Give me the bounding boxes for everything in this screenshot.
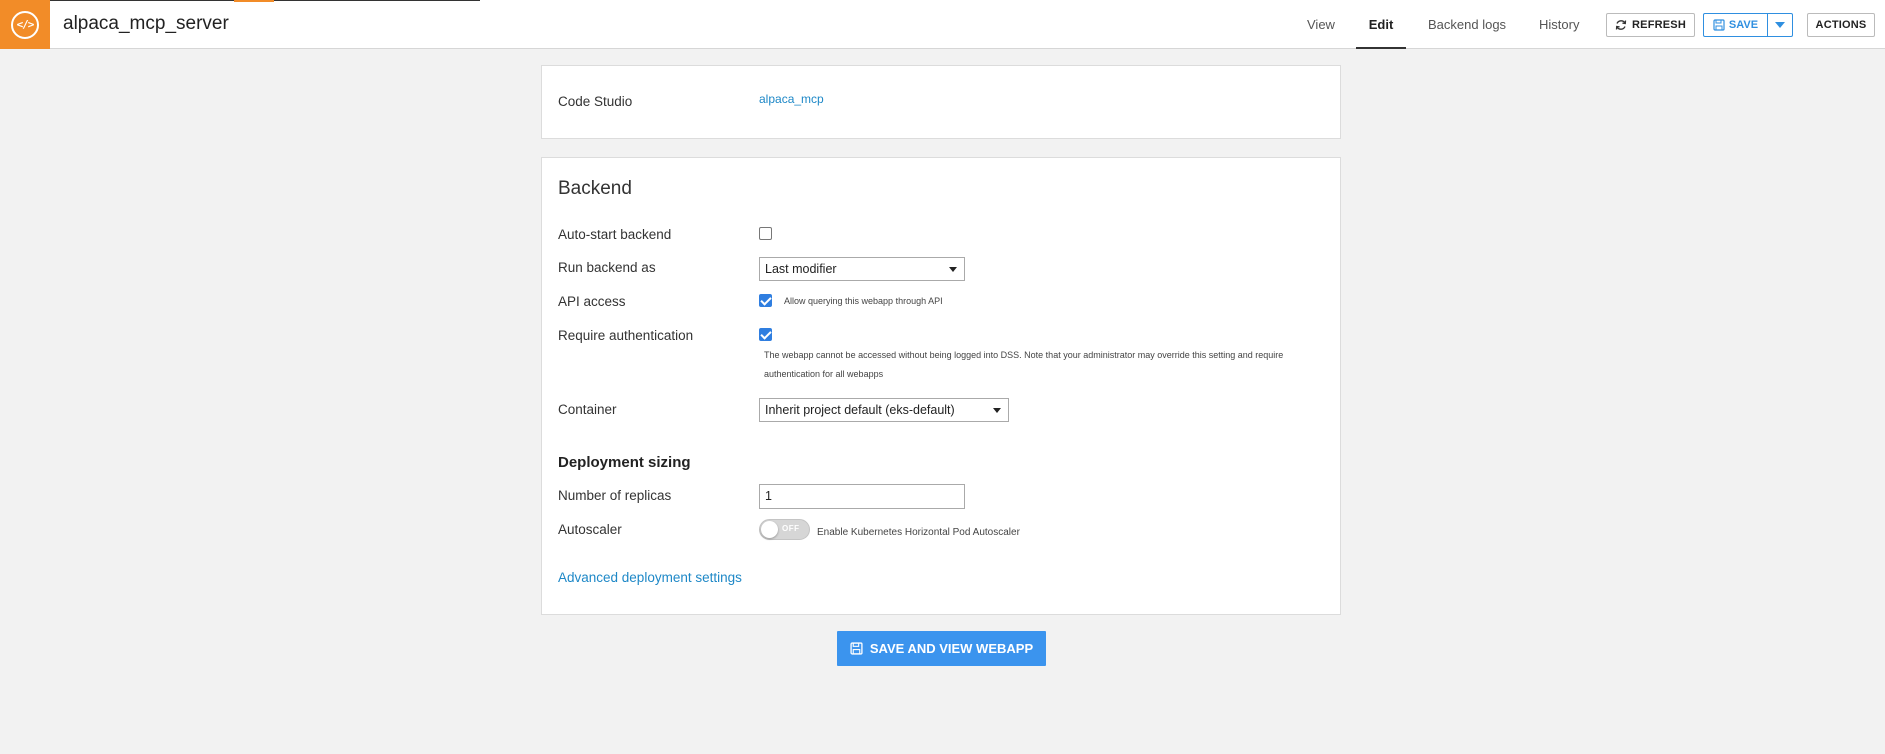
require-auth-note-line1: The webapp cannot be accessed without be… [764,350,1284,360]
auto-start-label: Auto-start backend [558,227,672,242]
caret-down-icon [1775,22,1785,28]
page-title: alpaca_mcp_server [63,13,229,34]
actions-button[interactable]: ACTIONS [1807,13,1875,37]
tab-view[interactable]: View [1307,0,1335,49]
dropdown-arrow-icon [949,267,957,272]
refresh-label: REFRESH [1632,19,1686,31]
run-as-value: Last modifier [765,262,837,276]
top-stripe-accent [234,0,274,2]
save-button[interactable]: SAVE [1704,14,1768,36]
autoscaler-note: Enable Kubernetes Horizontal Pod Autosca… [817,527,1020,538]
container-label: Container [558,402,617,417]
save-and-view-label: SAVE AND VIEW WEBAPP [869,641,1034,656]
code-studio-card: Code Studio alpaca_mcp [541,65,1341,139]
autoscaler-toggle[interactable]: OFF [759,519,810,540]
tab-backend-logs[interactable]: Backend logs [1428,0,1506,49]
refresh-icon [1615,20,1627,30]
code-studio-logo[interactable]: </> [0,0,50,49]
api-access-note: Allow querying this webapp through API [784,296,943,306]
save-label: SAVE [1728,19,1759,31]
run-as-label: Run backend as [558,260,656,275]
save-dropdown-button[interactable] [1768,14,1792,36]
advanced-deployment-link[interactable]: Advanced deployment settings [558,570,742,585]
api-access-checkbox[interactable] [759,294,772,307]
replicas-label: Number of replicas [558,488,672,503]
auto-start-checkbox[interactable] [759,227,772,240]
require-auth-label: Require authentication [558,328,694,343]
toggle-state: OFF [782,524,800,533]
floppy-icon [1713,19,1725,31]
backend-card: Backend Auto-start backend Run backend a… [541,157,1341,615]
actions-label: ACTIONS [1815,19,1867,31]
api-access-label: API access [558,294,626,309]
container-value: Inherit project default (eks-default) [765,403,955,417]
run-as-select[interactable]: Last modifier [759,257,965,281]
refresh-button[interactable]: REFRESH [1606,13,1695,37]
backend-title: Backend [558,178,632,199]
code-studio-link[interactable]: alpaca_mcp [759,92,824,106]
floppy-icon [850,642,863,655]
toggle-knob [761,521,778,538]
save-and-view-webapp-button[interactable]: SAVE AND VIEW WEBAPP [837,631,1046,666]
save-button-group: SAVE [1703,13,1793,37]
container-select[interactable]: Inherit project default (eks-default) [759,398,1009,422]
tab-edit[interactable]: Edit [1356,0,1406,49]
replicas-input[interactable]: 1 [759,484,965,509]
dropdown-arrow-icon [993,408,1001,413]
top-bar: </> alpaca_mcp_server View Edit Backend … [0,0,1885,49]
require-auth-note-line2: authentication for all webapps [764,369,884,379]
autoscaler-label: Autoscaler [558,522,622,537]
tab-history[interactable]: History [1539,0,1579,49]
deployment-sizing-title: Deployment sizing [558,454,691,471]
code-studio-icon: </> [11,10,39,39]
require-auth-checkbox[interactable] [759,328,772,341]
code-studio-label: Code Studio [558,94,633,109]
